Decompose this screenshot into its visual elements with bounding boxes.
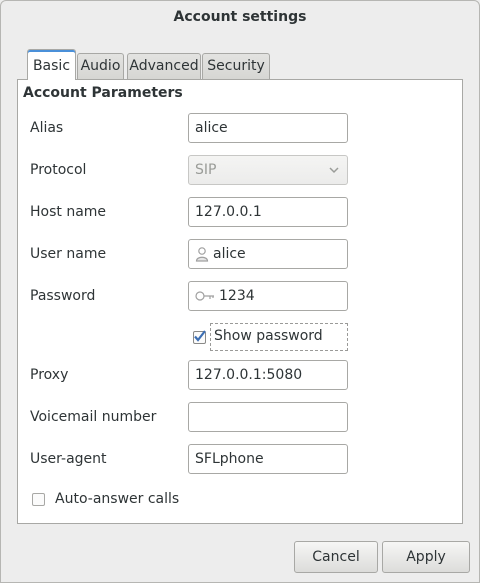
checkmark-icon [194,330,206,342]
key-icon [195,291,214,301]
chevron-down-icon [329,167,339,174]
show-password-checkbox[interactable] [193,330,206,344]
useragent-field[interactable]: SFLphone [188,444,348,474]
basic-tab-panel: Account Parameters Alias alice Protocol … [17,79,463,524]
voicemail-label: Voicemail number [30,409,157,425]
apply-button[interactable]: Apply [382,541,470,573]
voicemail-field[interactable] [188,402,348,432]
hostname-field[interactable]: 127.0.0.1 [188,197,348,227]
proxy-field[interactable]: 127.0.0.1:5080 [188,360,348,390]
password-label: Password [30,288,96,304]
password-field[interactable]: 1234 [188,281,348,311]
tab-basic[interactable]: Basic [27,49,76,80]
section-title: Account Parameters [23,85,183,101]
protocol-value: SIP [195,162,217,178]
show-password-label[interactable]: Show password [214,328,323,344]
account-settings-dialog: Account settings Basic Audio Advanced Se… [0,0,480,583]
username-value: alice [213,246,246,262]
tab-audio[interactable]: Audio [77,53,124,79]
alias-field[interactable]: alice [188,113,348,143]
tab-security[interactable]: Security [202,53,270,79]
protocol-select[interactable]: SIP [188,155,348,185]
hostname-label: Host name [30,204,107,220]
dialog-title: Account settings [173,9,307,25]
person-icon [195,247,209,262]
password-value: 1234 [219,288,255,304]
proxy-label: Proxy [30,367,69,383]
protocol-label: Protocol [30,162,87,178]
username-label: User name [30,246,107,262]
auto-answer-checkbox[interactable] [32,493,45,506]
alias-label: Alias [30,120,64,136]
username-field[interactable]: alice [188,239,348,269]
auto-answer-label[interactable]: Auto-answer calls [55,491,179,507]
cancel-button[interactable]: Cancel [294,541,378,573]
tab-advanced[interactable]: Advanced [127,53,201,79]
useragent-label: User-agent [30,451,107,467]
